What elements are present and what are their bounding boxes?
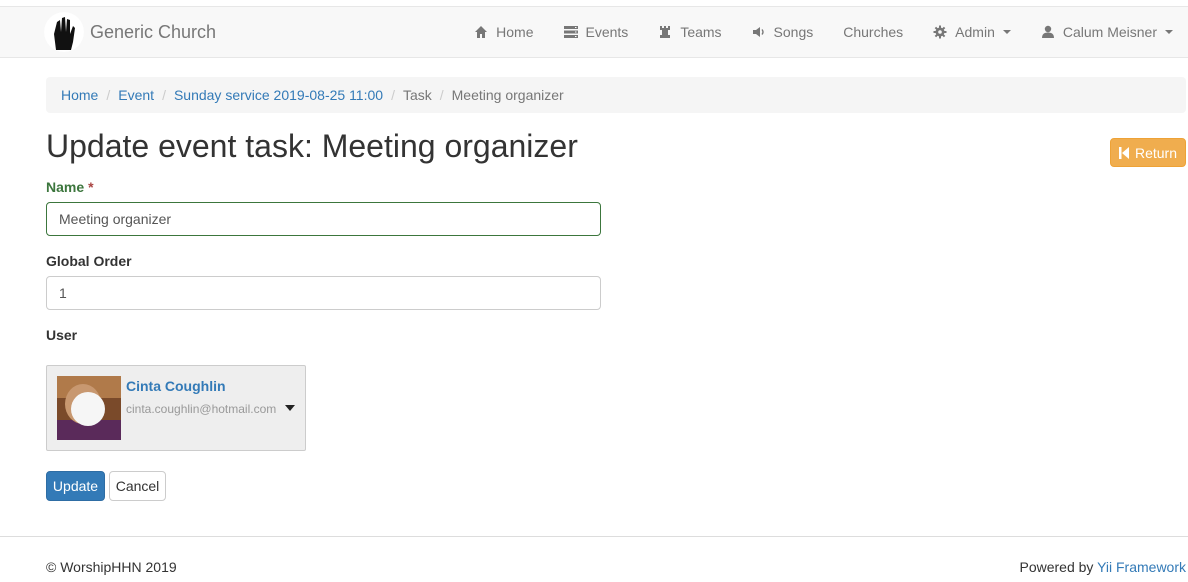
breadcrumb: Home / Event / Sunday service 2019-08-25…	[46, 77, 1186, 113]
breadcrumb-separator: /	[391, 87, 395, 103]
nav-home[interactable]: Home	[459, 6, 548, 58]
user-name: Cinta Coughlin	[126, 378, 226, 394]
name-label-text: Name	[46, 179, 85, 195]
nav-user-menu[interactable]: Calum Meisner	[1026, 6, 1188, 58]
dropdown-caret-icon	[285, 405, 295, 411]
main-nav: Home Events Teams Songs Churches Admin C…	[459, 6, 1188, 58]
chevron-down-icon	[1002, 30, 1011, 34]
navbar: Generic Church Home Events Teams Songs C…	[0, 0, 1188, 58]
server-icon	[563, 26, 578, 38]
nav-admin[interactable]: Admin	[918, 6, 1026, 58]
name-input[interactable]	[46, 202, 601, 236]
user-email: cinta.coughlin@hotmail.com	[126, 402, 277, 416]
volume-icon	[752, 27, 764, 37]
update-button[interactable]: Update	[46, 471, 105, 501]
footer: © WorshipHHN 2019 Powered by Yii Framewo…	[0, 536, 1188, 582]
nav-events[interactable]: Events	[549, 6, 644, 58]
return-button-label: Return	[1134, 144, 1178, 161]
tower-icon	[660, 26, 671, 38]
user-icon	[1041, 25, 1054, 38]
powered-by: Powered by Yii Framework	[1019, 559, 1186, 575]
nav-churches[interactable]: Churches	[828, 6, 918, 58]
nav-songs-label: Songs	[773, 24, 814, 40]
breadcrumb-separator: /	[162, 87, 166, 103]
breadcrumb-service[interactable]: Sunday service 2019-08-25 11:00	[174, 87, 383, 103]
breadcrumb-home[interactable]: Home	[61, 87, 98, 103]
breadcrumb-event[interactable]: Event	[118, 87, 154, 103]
nav-teams[interactable]: Teams	[643, 6, 736, 58]
return-button[interactable]: Return	[1110, 138, 1186, 167]
nav-events-label: Events	[585, 24, 629, 40]
nav-songs[interactable]: Songs	[737, 6, 829, 58]
gear-icon	[933, 25, 947, 39]
global-order-input[interactable]	[46, 276, 601, 310]
yii-framework-link[interactable]: Yii Framework	[1097, 559, 1186, 575]
cancel-button[interactable]: Cancel	[109, 471, 166, 501]
nav-home-label: Home	[496, 24, 534, 40]
nav-churches-label: Churches	[843, 24, 904, 40]
name-label: Name *	[46, 179, 94, 195]
user-label: User	[46, 327, 78, 343]
brand[interactable]: Generic Church	[44, 10, 216, 54]
breadcrumb-separator: /	[106, 87, 111, 103]
avatar	[57, 376, 121, 440]
user-select[interactable]: Cinta Coughlin cinta.coughlin@hotmail.co…	[46, 365, 306, 451]
praying-hands-icon	[44, 12, 84, 52]
powered-by-prefix: Powered by	[1019, 559, 1098, 575]
brand-name: Generic Church	[90, 21, 217, 42]
nav-admin-label: Admin	[955, 24, 995, 40]
nav-user-label: Calum Meisner	[1062, 24, 1157, 40]
step-backward-icon	[1118, 146, 1129, 159]
chevron-down-icon	[1165, 30, 1173, 34]
breadcrumb-separator: /	[439, 87, 444, 103]
home-icon	[475, 26, 488, 38]
global-order-label: Global Order	[46, 253, 132, 269]
required-marker: *	[88, 179, 94, 195]
copyright-text: © WorshipHHN 2019	[46, 559, 177, 575]
breadcrumb-task: Task	[402, 87, 432, 103]
breadcrumb-current: Meeting organizer	[451, 87, 564, 103]
page-title: Update event task: Meeting organizer	[46, 128, 578, 164]
nav-teams-label: Teams	[680, 24, 722, 40]
